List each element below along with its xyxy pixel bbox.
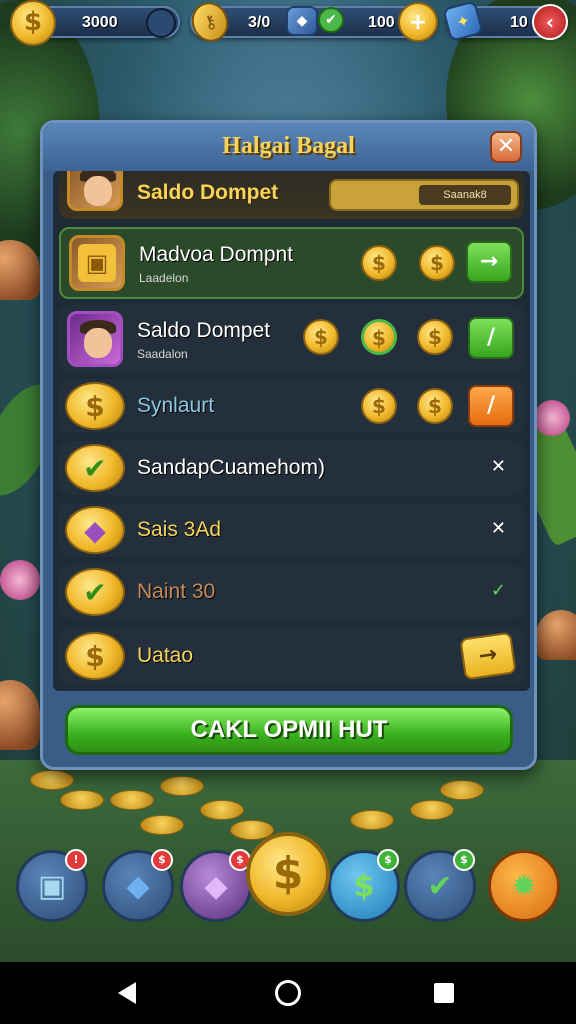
key-count: 3/0 [248, 14, 271, 31]
claim-arrow-button[interactable]: → [466, 241, 512, 283]
coin-icon: $ [417, 319, 453, 355]
edit-pencil-button[interactable]: / [468, 317, 514, 359]
coin-add-slot[interactable] [146, 8, 176, 38]
back-arrow-button[interactable]: ‹ [532, 4, 568, 40]
row-title: Saldo Dompet [137, 319, 271, 342]
mushroom-lower-left [0, 680, 40, 750]
pile-coin [160, 776, 204, 796]
row-subtitle: Saadalon [137, 347, 188, 361]
coin-icon: $ [10, 0, 56, 46]
mushroom-right [536, 610, 576, 660]
pile-coin [440, 780, 484, 800]
nav-home-icon[interactable] [275, 980, 301, 1006]
list-item[interactable]: Saldo Dompet Saadalon $ $ $ / [59, 305, 524, 373]
dock-rewards-button[interactable]: ✔ $ [404, 849, 476, 922]
row-title: SandapCuamehom) [137, 456, 325, 479]
list-item[interactable]: ✔ Naint 30 ✓ [59, 565, 524, 619]
wallet-balance-value: Saanak8 [419, 185, 511, 205]
avatar [67, 171, 123, 211]
cube-coin-icon: ◆ [65, 506, 125, 554]
dock-gift-button[interactable]: ▣ ! [16, 849, 88, 922]
gem-count: 100 [368, 14, 395, 31]
wallet-modal: Halgai Bagal ✕ Saldo Dompet Saanak8 ▣ Ma… [40, 120, 537, 770]
dock-settings-button[interactable]: ✹ [488, 850, 560, 922]
pile-coin [200, 800, 244, 820]
coin-icon: $ [303, 319, 339, 355]
nav-recents-icon[interactable] [434, 983, 454, 1003]
dock-cash-button[interactable]: $ $ [328, 849, 400, 922]
wallet-balance-row: Saldo Dompet Saanak8 [59, 171, 524, 219]
coin-icon: $ [361, 388, 397, 424]
cube-icon: ◆ [126, 868, 150, 904]
dock-inventory-button[interactable]: ◆ $ [180, 849, 252, 922]
coin-count: 3000 [82, 14, 118, 31]
close-icon[interactable]: ✕ [491, 456, 506, 477]
pile-coin [30, 770, 74, 790]
list-item[interactable]: $ Synlaurt $ $ / [59, 379, 524, 433]
confirm-button[interactable]: CAKL OPMII HUT [65, 705, 513, 755]
dock-shop-button[interactable]: ◆ $ [102, 849, 174, 922]
pile-coin [60, 790, 104, 810]
flower-right [534, 400, 570, 436]
notification-badge: ! [65, 849, 87, 871]
modal-title: Halgai Bagal [222, 133, 355, 159]
coin-icon: $ [361, 319, 397, 355]
wallet-balance-label: Saldo Dompet [137, 181, 279, 204]
cube-icon: ◆ [286, 6, 318, 36]
pile-coin [350, 810, 394, 830]
gear-icon: ✹ [511, 868, 537, 904]
flower-left [0, 560, 40, 600]
edit-pencil-button[interactable]: / [468, 385, 514, 427]
coin-icon: $ [65, 632, 125, 680]
pile-coin [110, 790, 154, 810]
leaf-coin-icon: ✔ [65, 444, 125, 492]
close-icon[interactable]: ✕ [491, 518, 506, 539]
ticket-button[interactable]: → [459, 631, 517, 681]
coin-icon: $ [65, 382, 125, 430]
modal-list: Saldo Dompet Saanak8 ▣ Madvoa Dompnt Laa… [53, 171, 530, 691]
cube-icon: ◆ [204, 868, 228, 904]
modal-header: Halgai Bagal ✕ [43, 123, 534, 171]
row-title: Uatao [137, 644, 194, 667]
dock-wallet-button[interactable]: $ [246, 832, 330, 916]
list-item[interactable]: $ Uatao → [59, 627, 524, 685]
list-item[interactable]: ◆ Sais 3Ad ✕ [59, 503, 524, 557]
coin-icon: $ [417, 388, 453, 424]
avatar [67, 311, 123, 367]
coin-icon: $ [419, 245, 455, 281]
coin-icon: $ [361, 245, 397, 281]
dollar-icon: $ [353, 868, 375, 904]
top-resource-bar: 3000 $ 3/0 100 ⚷ ◆ ✔ + 10 ✦ ‹ [0, 0, 576, 47]
pile-coin [410, 800, 454, 820]
notification-badge: $ [151, 849, 173, 871]
gift-icon: ▣ [78, 244, 116, 282]
leaf-coin-icon: ✔ [65, 568, 125, 616]
list-item[interactable]: ▣ Madvoa Dompnt Laadelon $ $ → [59, 227, 524, 299]
gift-icon: ▣ [37, 868, 67, 904]
gift-avatar-icon: ▣ [69, 235, 125, 291]
row-title: Madvoa Dompnt [139, 243, 294, 266]
notification-badge: $ [453, 849, 475, 871]
notification-badge: $ [377, 849, 399, 871]
check-icon[interactable]: ✓ [491, 580, 506, 601]
pile-coin [140, 815, 184, 835]
nav-back-icon[interactable] [118, 982, 136, 1004]
ticket-count: 10 [510, 14, 528, 31]
wallet-balance-field[interactable]: Saanak8 [329, 179, 519, 211]
leaf-icon: ✔ [427, 868, 453, 904]
gem-add-button[interactable]: + [398, 2, 438, 42]
row-subtitle: Laadelon [139, 271, 189, 285]
list-item[interactable]: ✔ SandapCuamehom) ✕ [59, 441, 524, 495]
row-title: Synlaurt [137, 394, 215, 417]
leaf-gem-icon: ✔ [318, 7, 344, 33]
row-title: Sais 3Ad [137, 518, 222, 541]
close-button[interactable]: ✕ [490, 131, 522, 163]
row-title: Naint 30 [137, 580, 216, 603]
system-nav-bar [0, 962, 576, 1024]
